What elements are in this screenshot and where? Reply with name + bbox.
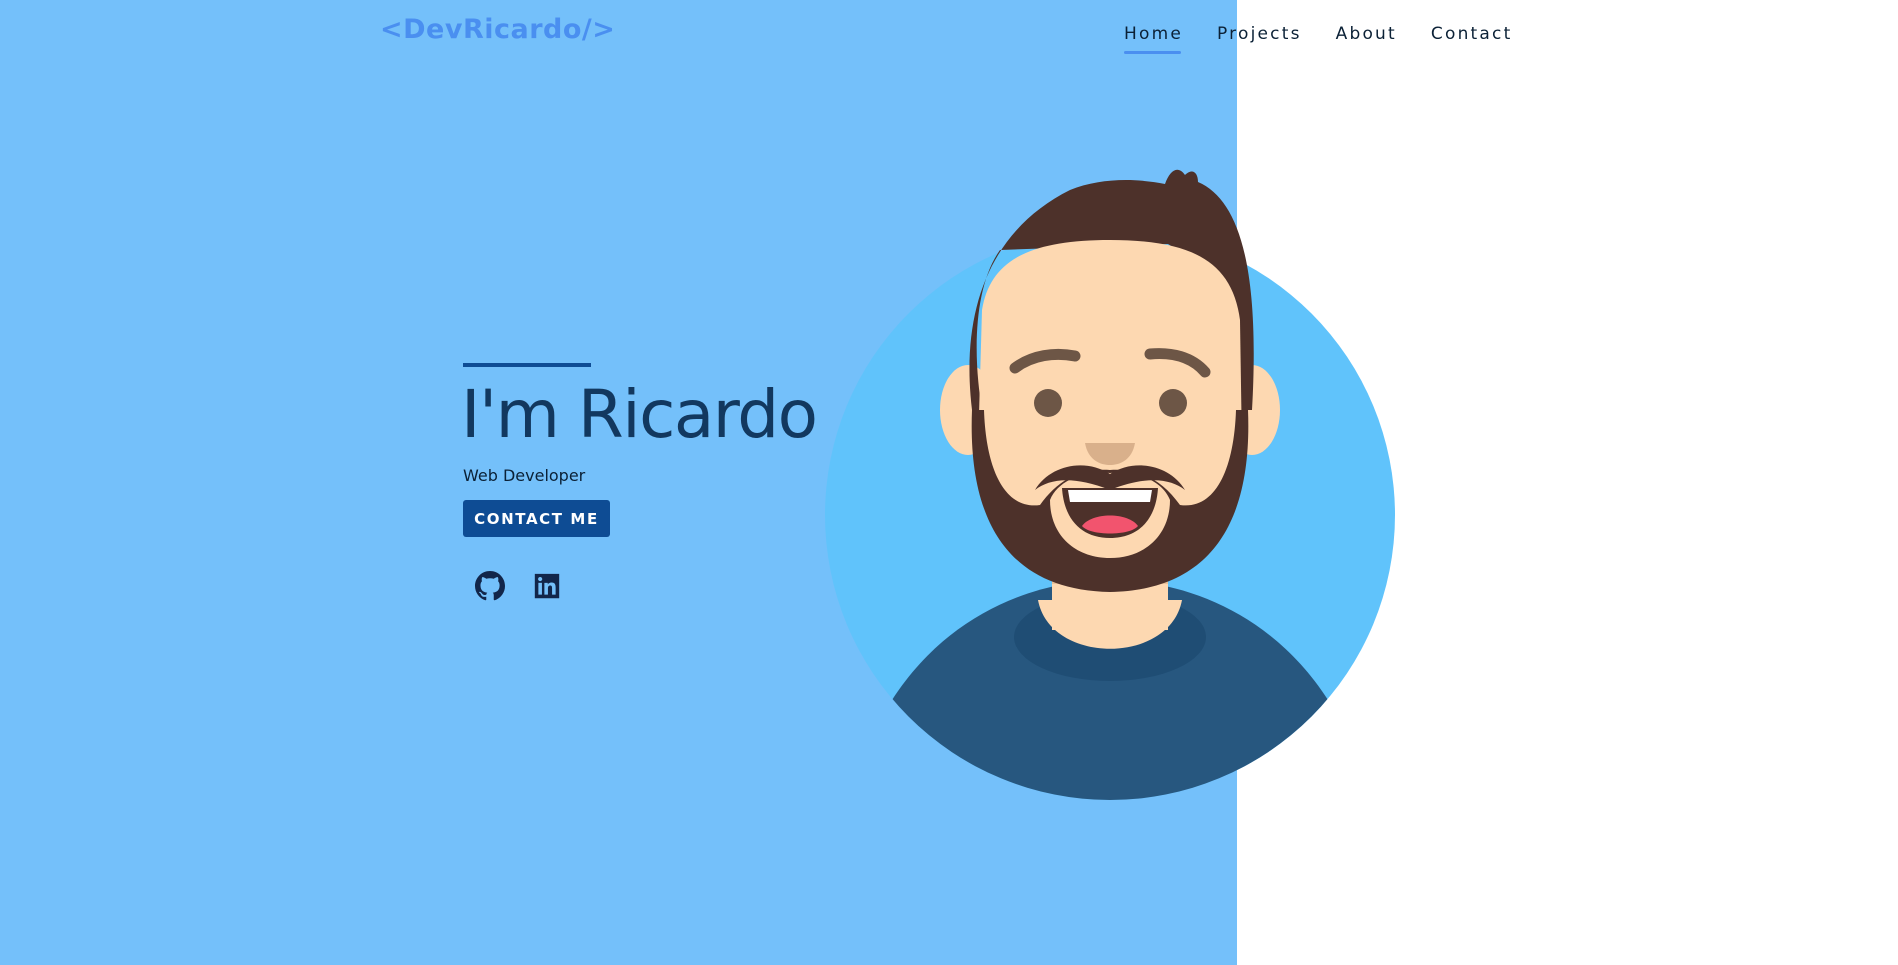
avatar-teeth xyxy=(1068,490,1152,502)
linkedin-link[interactable] xyxy=(532,571,562,601)
linkedin-icon xyxy=(534,573,560,599)
site-logo[interactable]: <DevRicardo/> xyxy=(380,14,615,45)
avatar-illustration xyxy=(825,169,1395,800)
nav-item-about[interactable]: About xyxy=(1336,24,1397,54)
hero-title: I'm Ricardo xyxy=(461,376,818,453)
hero-accent-rule xyxy=(463,363,591,367)
nav-item-projects[interactable]: Projects xyxy=(1217,24,1302,54)
nav-item-contact[interactable]: Contact xyxy=(1431,24,1513,54)
avatar-left-eye xyxy=(1034,389,1062,417)
contact-me-button[interactable]: CONTACT ME xyxy=(463,500,610,537)
main-nav: Home Projects About Contact xyxy=(1124,24,1512,54)
avatar-right-eye xyxy=(1159,389,1187,417)
page: <DevRicardo/> Home Projects About Contac… xyxy=(0,0,1898,965)
github-link[interactable] xyxy=(475,571,505,601)
hero-subtitle: Web Developer xyxy=(463,466,586,485)
github-icon xyxy=(475,571,505,601)
social-links xyxy=(475,571,562,601)
nav-item-home[interactable]: Home xyxy=(1124,24,1183,54)
